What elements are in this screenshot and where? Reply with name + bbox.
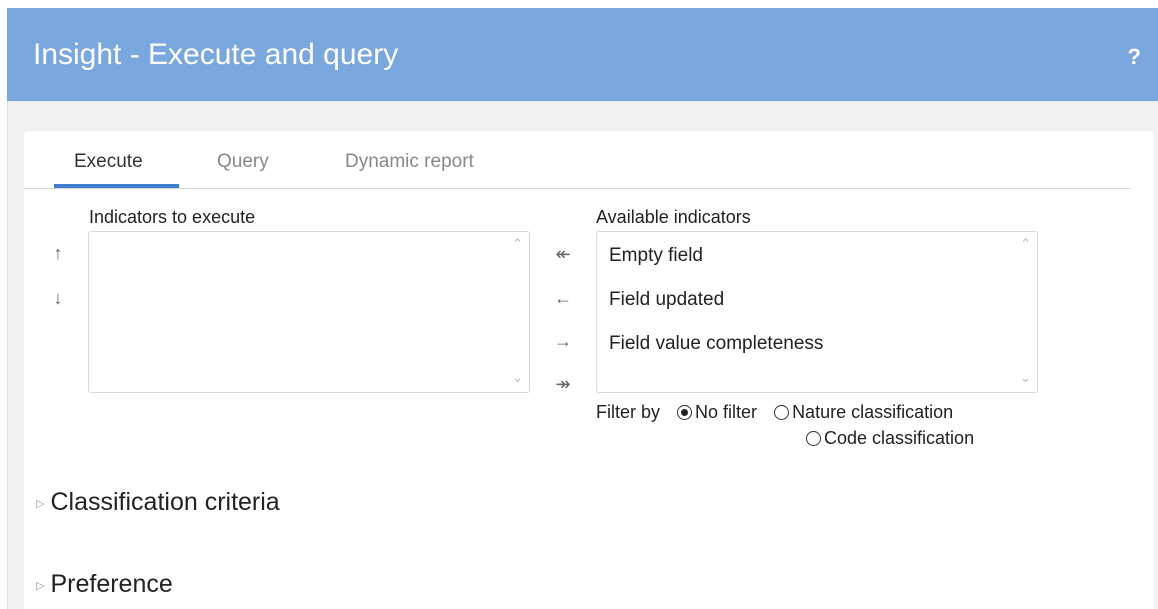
page-title: Insight - Execute and query (33, 38, 399, 71)
chevron-up-icon[interactable]: ⌃ (1020, 236, 1031, 252)
move-down-button[interactable]: ↓ (46, 288, 70, 309)
list-item[interactable]: Empty field (609, 245, 703, 267)
tab-dynamic-report[interactable]: Dynamic report (345, 151, 474, 173)
triangle-right-icon: ▷ (36, 580, 45, 592)
move-all-right-button[interactable]: ↠ (551, 374, 575, 395)
arrow-left-icon: ← (554, 288, 572, 308)
section-classification-criteria[interactable]: ▷ Classification criteria (36, 488, 280, 517)
available-indicators-list[interactable]: Empty field Field updated Field value co… (596, 231, 1038, 393)
radio-icon[interactable] (774, 405, 790, 420)
chevron-up-icon[interactable]: ⌃ (512, 236, 523, 252)
tab-query[interactable]: Query (217, 151, 269, 173)
app-header: Insight - Execute and query ? (7, 8, 1158, 101)
triangle-right-icon: ▷ (36, 498, 45, 510)
filter-option-label: No filter (695, 402, 758, 422)
tab-execute[interactable]: Execute (74, 151, 143, 173)
list-item[interactable]: Field value completeness (609, 333, 823, 355)
radio-checked-icon[interactable] (677, 405, 693, 420)
active-tab-indicator (54, 184, 179, 188)
arrow-down-icon: ↓ (53, 288, 63, 308)
chevron-down-icon[interactable]: ⌄ (512, 370, 523, 386)
chevron-down-icon[interactable]: ⌄ (1020, 370, 1031, 386)
tab-bar: Execute Query Dynamic report (24, 131, 1130, 189)
filter-option-label: Nature classification (792, 402, 954, 422)
move-right-button[interactable]: → (551, 331, 575, 352)
section-title: Classification criteria (50, 488, 280, 516)
main-panel: Execute Query Dynamic report Indicators … (24, 131, 1154, 609)
radio-icon[interactable] (806, 431, 821, 446)
move-left-button[interactable]: ← (551, 288, 575, 309)
list-item[interactable]: Field updated (609, 289, 724, 311)
double-arrow-right-icon: ↠ (555, 374, 571, 394)
filter-no-filter[interactable]: No filter (677, 402, 762, 422)
help-button[interactable]: ? (1128, 44, 1141, 70)
filter-option-label: Code classification (824, 428, 975, 448)
indicators-to-execute-label: Indicators to execute (89, 207, 256, 227)
filter-label: Filter by (596, 402, 661, 422)
top-strip (0, 0, 1158, 8)
move-all-left-button[interactable]: ↞ (551, 244, 575, 265)
arrow-right-icon: → (554, 331, 572, 351)
available-indicators-label: Available indicators (596, 207, 751, 227)
arrow-up-icon: ↑ (53, 243, 63, 263)
filter-code-classification[interactable]: Code classification (806, 428, 974, 449)
indicators-to-execute-list[interactable]: ⌃ ⌄ (88, 231, 530, 393)
filter-row: Filter by No filter Nature classificatio… (596, 402, 953, 423)
double-arrow-left-icon: ↞ (555, 244, 571, 264)
section-preference[interactable]: ▷ Preference (36, 570, 173, 599)
move-up-button[interactable]: ↑ (46, 243, 70, 264)
filter-nature-classification[interactable]: Nature classification (774, 402, 953, 422)
section-title: Preference (50, 570, 173, 598)
